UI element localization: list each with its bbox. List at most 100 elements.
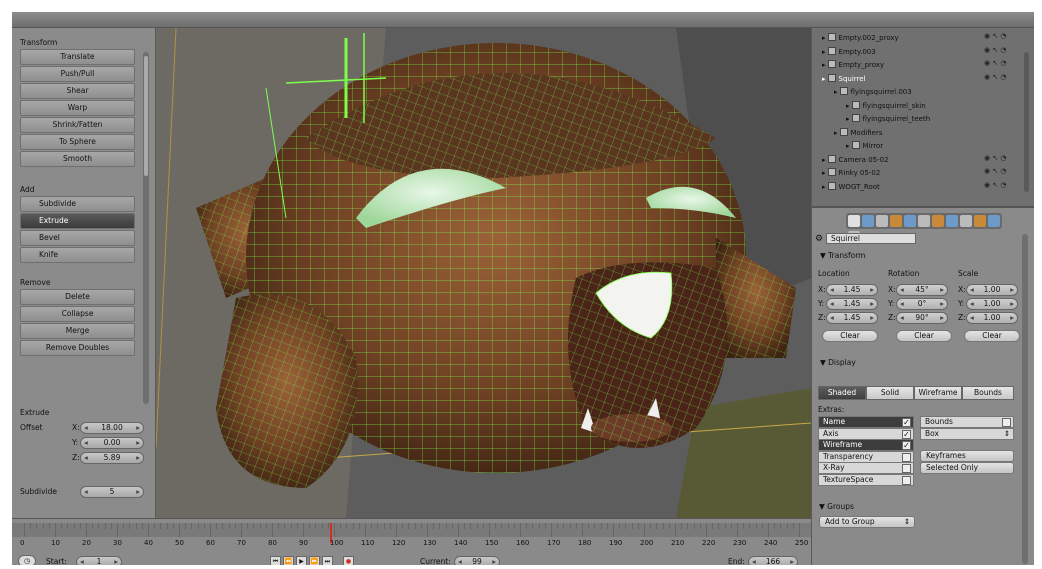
bounds-toggle[interactable]: Bounds	[920, 416, 1014, 428]
visibility-eye-icon[interactable]: ◉ ↖ ◔	[984, 167, 1007, 175]
properties-tab-icon[interactable]	[960, 215, 972, 227]
shear-button[interactable]: Shear	[20, 83, 135, 99]
squirrel-wireframe-render[interactable]	[156, 28, 811, 518]
fast-forward-icon[interactable]: ⏩	[309, 556, 320, 565]
shrink-fatten-button[interactable]: Shrink/Fatten	[20, 117, 135, 133]
bounds-type-dropdown[interactable]: Box ⇕	[920, 428, 1014, 440]
visibility-eye-icon[interactable]: ◉ ↖ ◔	[984, 46, 1007, 54]
record-icon[interactable]: ●	[343, 556, 354, 565]
expand-arrow-icon[interactable]: ▸	[822, 48, 826, 56]
expand-arrow-icon[interactable]: ▸	[834, 88, 838, 96]
rotation-z-field[interactable]: 90°	[896, 312, 948, 324]
outliner-row[interactable]: ▸ flyingsquirrel.003	[834, 86, 912, 98]
jump-to-end-icon[interactable]: ⏭	[322, 556, 333, 565]
outliner-row[interactable]: ▸ flyingsquirrel_teeth	[846, 113, 930, 125]
clear-rotation-button[interactable]: Clear	[896, 330, 952, 342]
properties-tab-icon[interactable]	[862, 215, 874, 227]
timeline-menu-button[interactable]: ◷	[18, 555, 38, 565]
offset-x-field[interactable]: 18.00	[80, 422, 144, 434]
outliner-row[interactable]: ▸ Empty_proxy	[822, 59, 884, 71]
scale-y-field[interactable]: 1.00	[966, 298, 1018, 310]
outliner-row[interactable]: ▸ Camera 05-02	[822, 154, 889, 166]
expand-arrow-icon[interactable]: ▸	[822, 75, 826, 83]
visibility-eye-icon[interactable]: ◉ ↖ ◔	[984, 32, 1007, 40]
transform-panel-header[interactable]: ▼ Transform	[820, 251, 865, 260]
offset-y-field[interactable]: 0.00	[80, 437, 144, 449]
selected-only-toggle[interactable]: Selected Only	[920, 462, 1014, 474]
properties-tabs[interactable]	[846, 213, 1002, 243]
expand-arrow-icon[interactable]: ▸	[822, 156, 826, 164]
offset-z-field[interactable]: 5.89	[80, 452, 144, 464]
delete-button[interactable]: Delete	[20, 289, 135, 305]
extras-transparency-toggle[interactable]: Transparency	[818, 450, 914, 463]
properties-scrollbar[interactable]	[1022, 234, 1028, 564]
visibility-eye-icon[interactable]: ◉ ↖ ◔	[984, 154, 1007, 162]
checkbox[interactable]: ✓	[902, 441, 911, 450]
outliner-row[interactable]: ▸ Empty.003	[822, 46, 876, 58]
display-bounds-button[interactable]: Bounds	[962, 386, 1014, 400]
subdivide-button[interactable]: Subdivide	[20, 196, 135, 212]
object-name-field[interactable]: Squirrel	[826, 233, 916, 244]
remove-section-header[interactable]: Remove	[20, 278, 50, 287]
scale-x-field[interactable]: 1.00	[966, 284, 1018, 296]
expand-arrow-icon[interactable]: ▸	[846, 142, 850, 150]
expand-arrow-icon[interactable]: ▸	[834, 129, 838, 137]
extras-x-ray-toggle[interactable]: X-Ray	[818, 462, 914, 474]
visibility-eye-icon[interactable]: ◉ ↖ ◔	[984, 181, 1007, 189]
tool-shelf-scrollbar[interactable]	[143, 52, 149, 404]
properties-tab-icon[interactable]	[890, 215, 902, 227]
properties-tab-icon[interactable]	[974, 215, 986, 227]
checkbox[interactable]	[902, 475, 911, 485]
outliner-scrollbar[interactable]	[1024, 52, 1029, 192]
extras-name-toggle[interactable]: Name ✓	[818, 416, 914, 428]
extrude-button[interactable]: Extrude	[20, 213, 135, 229]
scale-z-field[interactable]: 1.00	[966, 312, 1018, 324]
properties-tab-icon[interactable]	[918, 215, 930, 227]
location-z-field[interactable]: 1.45	[826, 312, 878, 324]
warp-button[interactable]: Warp	[20, 100, 135, 116]
outliner-row[interactable]: ▸ Squirrel	[822, 73, 866, 85]
add-section-header[interactable]: Add	[20, 185, 35, 194]
outliner-row[interactable]: ▸ Mirror	[846, 140, 883, 152]
properties-tab-icon[interactable]	[876, 215, 888, 227]
subdivide-field[interactable]: 5	[80, 486, 144, 498]
visibility-eye-icon[interactable]: ◉ ↖ ◔	[984, 73, 1007, 81]
location-y-field[interactable]: 1.45	[826, 298, 878, 310]
end-frame-field[interactable]: 166	[748, 556, 798, 565]
bounds-checkbox[interactable]	[1002, 418, 1011, 427]
display-panel-header[interactable]: ▼ Display	[820, 358, 856, 367]
3d-viewport[interactable]	[156, 28, 811, 518]
extras-axis-toggle[interactable]: Axis ✓	[818, 427, 914, 440]
transform-section-header[interactable]: Transform	[20, 38, 57, 47]
properties-tab-icon[interactable]	[932, 215, 944, 227]
current-frame-field[interactable]: 99	[454, 556, 500, 565]
extras-texturespace-toggle[interactable]: TextureSpace	[818, 473, 914, 486]
checkbox[interactable]	[902, 452, 911, 462]
expand-arrow-icon[interactable]: ▸	[822, 61, 826, 69]
outliner-row[interactable]: ▸ WOGT_Root	[822, 181, 880, 193]
outliner-row[interactable]: ▸ flyingsquirrel_skin	[846, 100, 926, 112]
jump-to-start-icon[interactable]: ⏮	[270, 556, 281, 565]
checkbox[interactable]: ✓	[902, 418, 911, 427]
rotation-x-field[interactable]: 45°	[896, 284, 948, 296]
display-solid-button[interactable]: Solid	[866, 386, 914, 400]
rewind-icon[interactable]: ⏪	[283, 556, 294, 565]
properties-tab-icon[interactable]	[946, 215, 958, 227]
bevel-button[interactable]: Bevel	[20, 230, 135, 246]
extras-wireframe-toggle[interactable]: Wireframe ✓	[818, 439, 914, 451]
checkbox[interactable]	[902, 464, 911, 473]
timeline-ruler[interactable]	[12, 523, 811, 537]
clear-location-button[interactable]: Clear	[822, 330, 878, 342]
smooth-button[interactable]: Smooth	[20, 151, 135, 167]
location-x-field[interactable]: 1.45	[826, 284, 878, 296]
push-pull-button[interactable]: Push/Pull	[20, 66, 135, 82]
rotation-y-field[interactable]: 0°	[896, 298, 948, 310]
start-frame-field[interactable]: 1	[76, 556, 122, 565]
properties-tab-icon[interactable]	[988, 215, 1000, 227]
outliner-row[interactable]: ▸ Modifiers	[834, 127, 882, 139]
expand-arrow-icon[interactable]: ▸	[822, 34, 826, 42]
knife-button[interactable]: Knife	[20, 247, 135, 263]
merge-button[interactable]: Merge	[20, 323, 135, 339]
expand-arrow-icon[interactable]: ▸	[846, 102, 850, 110]
play-icon[interactable]: ▶	[296, 556, 307, 565]
